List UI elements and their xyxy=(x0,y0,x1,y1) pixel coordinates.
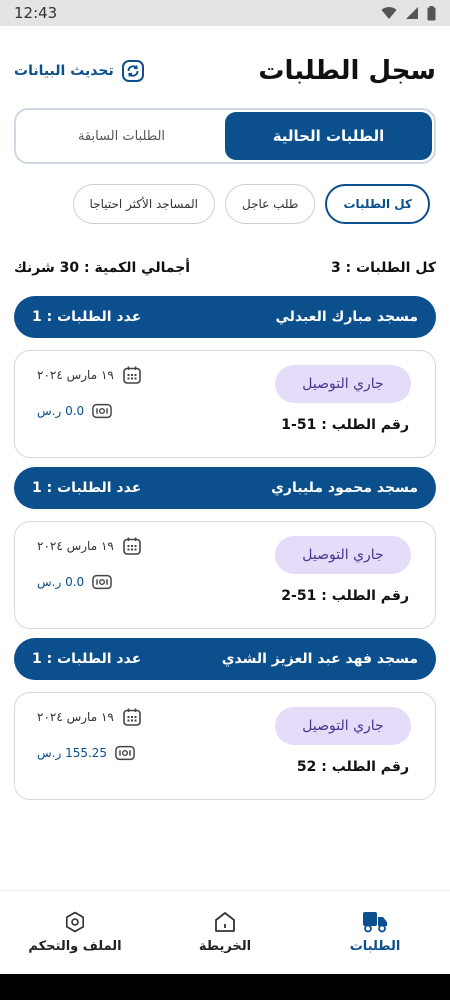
tab-current-orders[interactable]: الطلبات الحالية xyxy=(225,112,432,160)
order-date: ١٩ مارس ٢٠٢٤ xyxy=(37,710,114,724)
money-icon xyxy=(115,743,135,763)
tab-previous-orders[interactable]: الطلبات السابقة xyxy=(18,112,225,160)
truck-icon xyxy=(363,912,387,933)
refresh-icon xyxy=(121,60,144,82)
order-price-row: 0.0 ر.س xyxy=(37,401,112,421)
total-orders: كل الطلبات : 3 xyxy=(330,260,436,276)
calendar-icon xyxy=(122,707,142,727)
nav-item-map[interactable]: الخريطة xyxy=(150,891,300,974)
group-order-count: عدد الطلبات : 1 xyxy=(32,309,142,325)
order-card[interactable]: جاري التوصيل رقم الطلب : 51-2 ١٩ مارس ٢٠… xyxy=(14,521,436,629)
system-navigation-bar xyxy=(0,974,450,1000)
calendar-icon xyxy=(122,365,142,385)
order-price: 0.0 ر.س xyxy=(37,404,85,418)
order-date-row: ١٩ مارس ٢٠٢٤ xyxy=(37,707,142,727)
order-card[interactable]: جاري التوصيل رقم الطلب : 51-1 ١٩ مارس ٢٠… xyxy=(14,350,436,458)
order-number: رقم الطلب : 51-2 xyxy=(281,588,409,604)
group-mosque-name: مسجد محمود مليباري xyxy=(271,480,418,496)
home-icon xyxy=(215,912,235,932)
nav-label: الطلبات xyxy=(349,939,401,954)
battery-icon xyxy=(427,5,436,20)
bottom-navigation: الطلبات الخريطة الملف والتحكم xyxy=(0,890,450,974)
refresh-button[interactable]: تحديث البيانات xyxy=(14,60,144,82)
order-card[interactable]: جاري التوصيل رقم الطلب : 52 ١٩ مارس ٢٠٢٤… xyxy=(14,692,436,800)
order-date-row: ١٩ مارس ٢٠٢٤ xyxy=(37,536,142,556)
order-number: رقم الطلب : 52 xyxy=(296,759,409,775)
wifi-icon xyxy=(381,7,397,20)
filter-urgent-order[interactable]: طلب عاجل xyxy=(225,184,316,224)
nav-item-orders[interactable]: الطلبات xyxy=(300,891,450,974)
order-price-row: 0.0 ر.س xyxy=(37,572,112,592)
order-date: ١٩ مارس ٢٠٢٤ xyxy=(37,368,114,382)
order-date-row: ١٩ مارس ٢٠٢٤ xyxy=(37,365,142,385)
order-price: 0.0 ر.س xyxy=(37,575,85,589)
orders-tabs: الطلبات الحالية الطلبات السابقة xyxy=(14,108,436,164)
money-icon xyxy=(92,572,112,592)
group-order-count: عدد الطلبات : 1 xyxy=(32,651,142,667)
filter-chips: كل الطلبات طلب عاجل المساجد الأكثر احتيا… xyxy=(72,184,430,224)
status-bar: 12:43 xyxy=(0,0,450,26)
money-icon xyxy=(92,401,112,421)
group-order-count: عدد الطلبات : 1 xyxy=(32,480,142,496)
mosque-group-header[interactable]: عدد الطلبات : 1 مسجد محمود مليباري xyxy=(14,467,436,509)
calendar-icon xyxy=(122,536,142,556)
status-time: 12:43 xyxy=(14,4,58,22)
page-header: تحديث البيانات سجل الطلبات xyxy=(14,48,436,94)
order-number: رقم الطلب : 51-1 xyxy=(281,417,409,433)
system-icons xyxy=(381,5,436,21)
order-price-row: 155.25 ر.س xyxy=(37,743,135,763)
mosque-group-header[interactable]: عدد الطلبات : 1 مسجد فهد عبد العزيز الشد… xyxy=(14,638,436,680)
nav-label: الخريطة xyxy=(198,939,252,954)
order-status-badge: جاري التوصيل xyxy=(275,536,411,574)
orders-summary: أجمالي الكمية : 30 شرنك كل الطلبات : 3 xyxy=(14,257,436,279)
group-mosque-name: مسجد فهد عبد العزيز الشدي xyxy=(221,651,418,667)
order-status-badge: جاري التوصيل xyxy=(275,365,411,403)
gear-icon xyxy=(66,911,84,933)
group-mosque-name: مسجد مبارك العبدلي xyxy=(275,309,418,325)
filter-most-needy-mosques[interactable]: المساجد الأكثر احتياجا xyxy=(72,184,215,224)
mosque-group-header[interactable]: عدد الطلبات : 1 مسجد مبارك العبدلي xyxy=(14,296,436,338)
nav-label: الملف والتحكم xyxy=(28,939,122,954)
order-date: ١٩ مارس ٢٠٢٤ xyxy=(37,539,114,553)
refresh-label: تحديث البيانات xyxy=(14,63,114,79)
order-price: 155.25 ر.س xyxy=(37,746,108,760)
signal-icon xyxy=(406,7,418,19)
total-quantity: أجمالي الكمية : 30 شرنك xyxy=(14,260,191,276)
nav-item-profile-settings[interactable]: الملف والتحكم xyxy=(0,891,150,974)
order-status-badge: جاري التوصيل xyxy=(275,707,411,745)
page-title: سجل الطلبات xyxy=(258,56,436,86)
filter-all-orders[interactable]: كل الطلبات xyxy=(325,184,430,224)
